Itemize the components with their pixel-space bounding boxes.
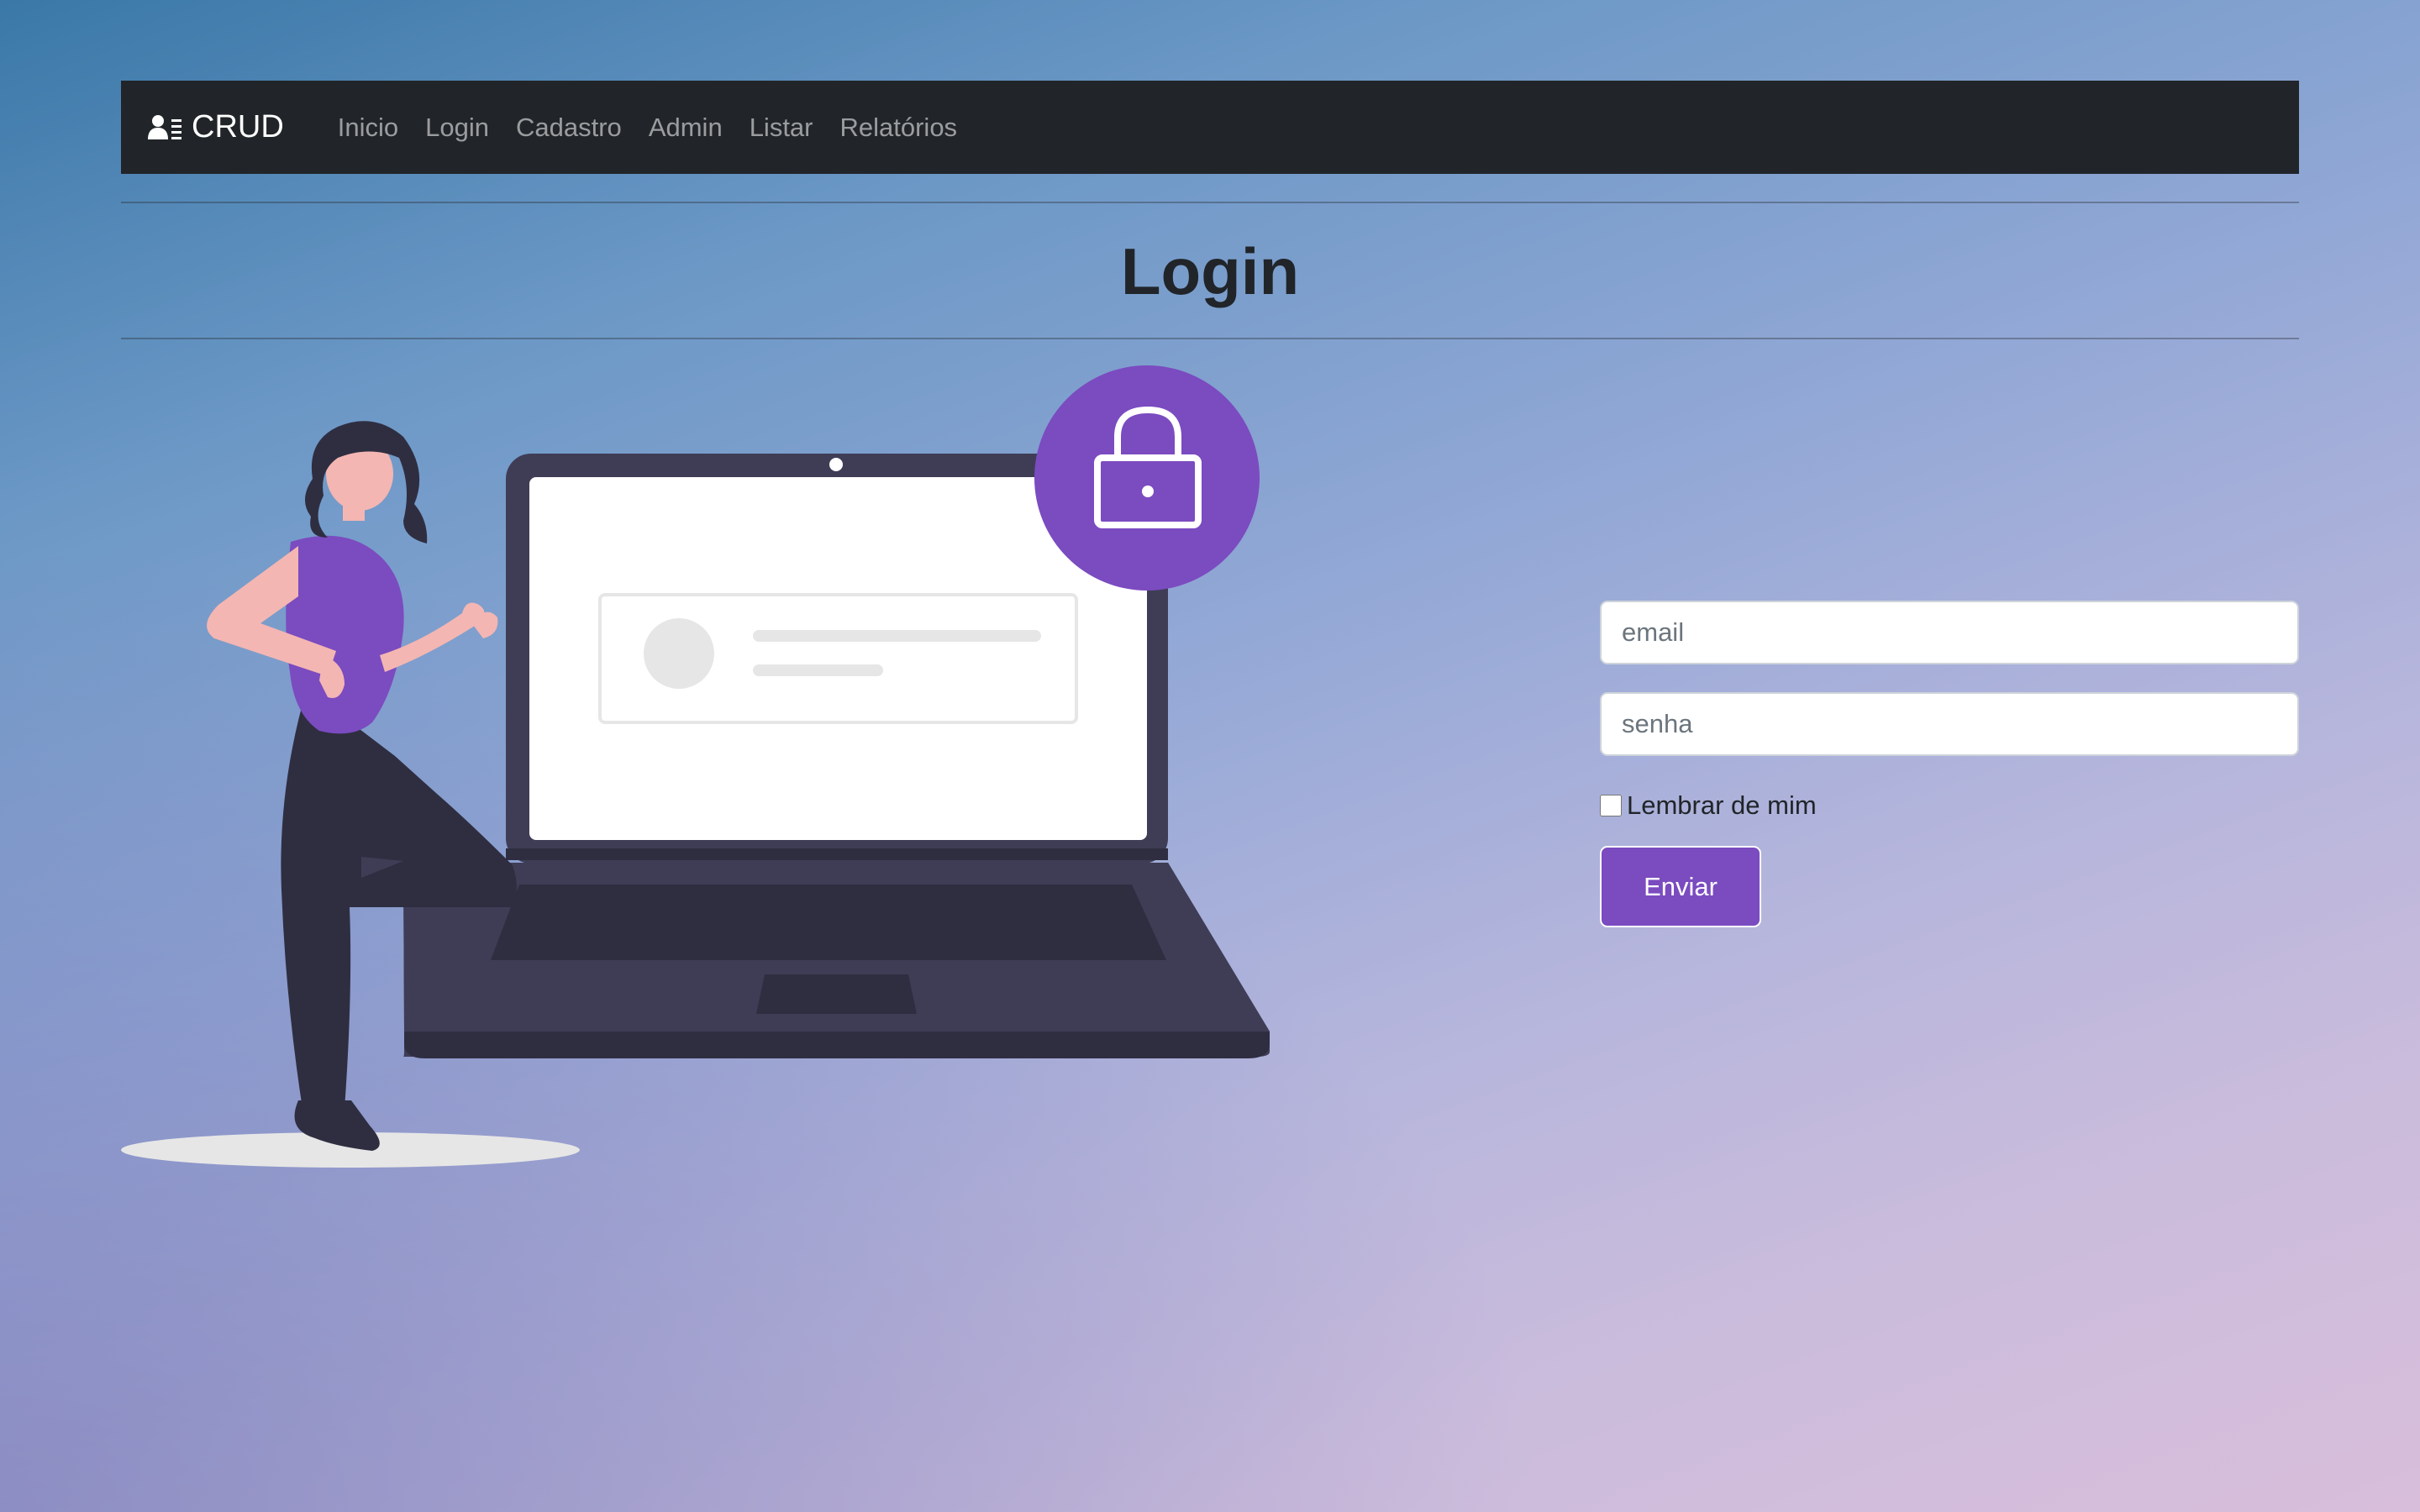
submit-button[interactable]: Enviar xyxy=(1600,846,1761,927)
remember-me-row: Lembrar de mim xyxy=(1600,790,2299,822)
woman-with-laptop-illustration xyxy=(121,365,1270,1168)
remember-me-checkbox[interactable] xyxy=(1600,795,1622,816)
navbar: CRUD Inicio Login Cadastro Admin Listar … xyxy=(121,81,2299,174)
nav-link-login[interactable]: Login xyxy=(412,113,502,143)
user-list-icon xyxy=(148,114,182,139)
page-title: Login xyxy=(1120,234,1300,308)
nav-links: Inicio Login Cadastro Admin Listar Relat… xyxy=(324,113,971,143)
nav-link-cadastro[interactable]: Cadastro xyxy=(502,113,635,143)
nav-link-listar[interactable]: Listar xyxy=(736,113,827,143)
bottom-divider xyxy=(121,338,2299,339)
login-form: Lembrar de mim Enviar xyxy=(1600,601,2299,927)
brand-label: CRUD xyxy=(192,109,284,144)
lock-icon xyxy=(1034,365,1260,591)
navbar-brand[interactable]: CRUD xyxy=(148,109,284,145)
nav-link-relatorios[interactable]: Relatórios xyxy=(827,113,971,143)
remember-me-label[interactable]: Lembrar de mim xyxy=(1627,790,1817,821)
email-field[interactable] xyxy=(1600,601,2299,664)
nav-link-inicio[interactable]: Inicio xyxy=(324,113,412,143)
password-field[interactable] xyxy=(1600,692,2299,756)
top-divider xyxy=(121,202,2299,203)
nav-link-admin[interactable]: Admin xyxy=(635,113,736,143)
